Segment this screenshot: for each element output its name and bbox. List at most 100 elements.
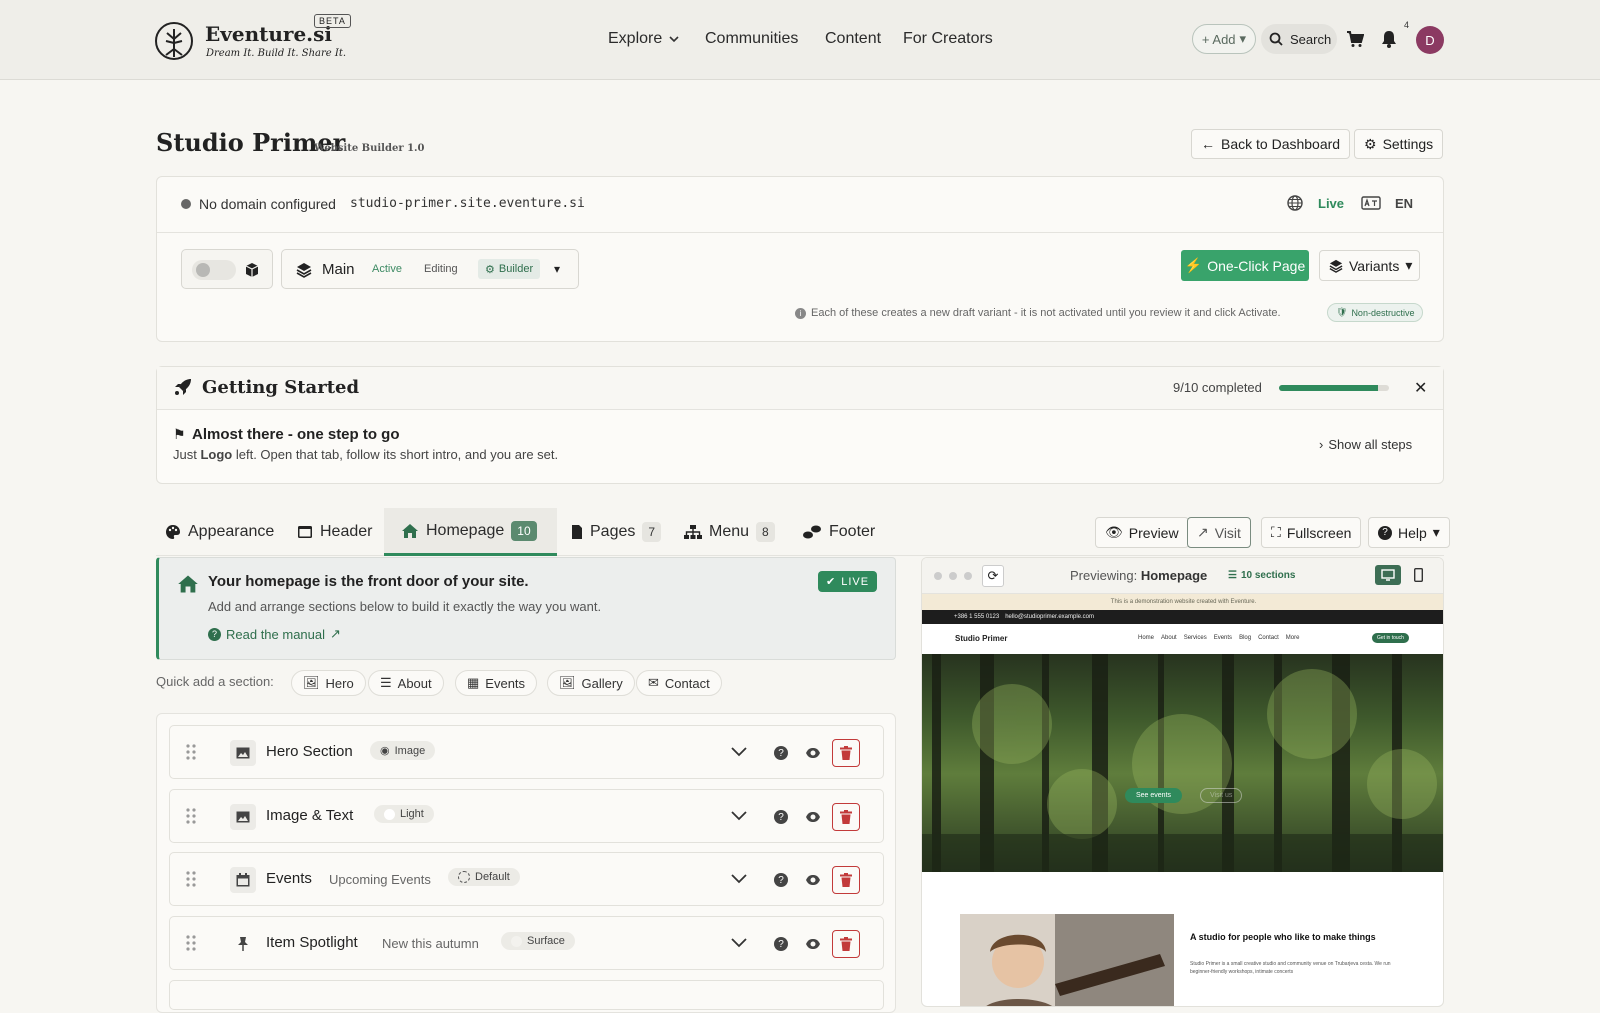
variant-selector[interactable]: Main Active Editing ⚙ Builder ▾ xyxy=(281,249,579,289)
variant-active-badge: Active xyxy=(372,263,402,275)
delete-icon[interactable] xyxy=(832,739,860,767)
drag-handle-icon[interactable] xyxy=(186,871,196,887)
flag-icon: ⚑ xyxy=(173,426,186,442)
help-icon[interactable]: ? xyxy=(768,931,794,957)
chevron-down-icon[interactable] xyxy=(730,933,748,951)
drag-handle-icon[interactable] xyxy=(186,808,196,824)
caret-down-icon: ▾ xyxy=(1239,31,1247,46)
nav-for-creators[interactable]: For Creators xyxy=(903,30,993,48)
brand-logo-icon[interactable] xyxy=(154,21,194,61)
divider xyxy=(157,232,1443,233)
external-link-icon: ↗ xyxy=(330,626,341,641)
live-status[interactable]: Live xyxy=(1318,196,1344,211)
getting-started-title: Getting Started xyxy=(202,377,360,398)
info-body: Add and arrange sections below to build … xyxy=(208,599,602,614)
language-code[interactable]: EN xyxy=(1395,196,1413,211)
variant-name: Main xyxy=(322,261,355,278)
eye-icon[interactable] xyxy=(800,804,826,830)
tab-appearance[interactable]: Appearance xyxy=(165,508,274,556)
section-row[interactable]: Hero Section ◉ Image ? xyxy=(169,725,884,779)
section-row[interactable]: Image & Text Light ? xyxy=(169,789,884,843)
progress-bar xyxy=(1279,385,1389,391)
chevron-down-icon[interactable] xyxy=(730,806,748,824)
add-button[interactable]: + Add ▾ xyxy=(1192,24,1256,54)
mobile-view-icon[interactable] xyxy=(1408,565,1428,585)
fullscreen-button[interactable]: ⛶ Fullscreen xyxy=(1261,517,1362,548)
cube-icon[interactable] xyxy=(244,262,260,278)
help-icon[interactable]: ? xyxy=(768,804,794,830)
chevron-down-icon[interactable] xyxy=(730,742,748,760)
refresh-icon[interactable]: ⟳ xyxy=(982,565,1004,587)
eye-icon[interactable] xyxy=(800,931,826,957)
eye-icon: 👁 xyxy=(1105,524,1123,540)
drag-handle-icon[interactable] xyxy=(186,744,196,760)
builder-badge: ⚙ Builder xyxy=(478,259,541,279)
builder-icon: ⚙ xyxy=(485,263,495,276)
read-manual-link[interactable]: ? Read the manual ↗ xyxy=(208,626,341,642)
nav-communities[interactable]: Communities xyxy=(705,30,798,48)
section-chip: Surface xyxy=(501,932,575,950)
section-chip: Default xyxy=(448,868,520,886)
caret-down-icon: ▾ xyxy=(1405,257,1413,273)
progress-fill xyxy=(1279,385,1378,391)
delete-icon[interactable] xyxy=(832,866,860,894)
quick-add-hero[interactable]: 🖼 Hero xyxy=(291,670,366,696)
visit-button[interactable]: ↗ Visit xyxy=(1187,517,1251,548)
site-url[interactable]: studio-primer.site.eventure.si xyxy=(350,196,585,211)
brand-name[interactable]: Eventure.si xyxy=(205,22,332,46)
image-icon: 🖼 xyxy=(303,675,320,690)
layers-icon xyxy=(296,262,312,278)
search-button[interactable]: Search xyxy=(1261,24,1337,54)
nav-explore[interactable]: Explore xyxy=(608,30,680,48)
tab-header[interactable]: Header xyxy=(297,508,372,556)
caret-down-icon[interactable]: ▾ xyxy=(554,262,560,276)
quick-add-gallery[interactable]: 🖼 Gallery xyxy=(547,670,635,696)
close-icon[interactable]: ✕ xyxy=(1414,378,1427,398)
delete-icon[interactable] xyxy=(832,803,860,831)
previewing-label: Previewing: Homepage xyxy=(1070,568,1208,583)
preview-button[interactable]: 👁 Preview xyxy=(1095,517,1189,548)
question-circle-icon: ? xyxy=(208,627,221,641)
delete-icon[interactable] xyxy=(832,930,860,958)
back-to-dashboard-button[interactable]: ← Back to Dashboard xyxy=(1191,129,1351,159)
one-click-page-button[interactable]: ⚡ One-Click Page xyxy=(1181,250,1309,281)
desktop-view-icon[interactable] xyxy=(1375,565,1401,585)
help-button[interactable]: ? Help ▾ xyxy=(1368,517,1450,548)
quick-add-contact[interactable]: ✉ Contact xyxy=(636,670,722,696)
info-title: Your homepage is the front door of your … xyxy=(208,573,529,590)
drag-handle-icon[interactable] xyxy=(186,935,196,951)
notification-bell-icon[interactable] xyxy=(1381,30,1397,48)
quick-add-label: Quick add a section: xyxy=(156,674,274,689)
beta-badge: BETA xyxy=(314,14,351,28)
mode-toggle[interactable] xyxy=(192,260,236,280)
preview-about-image xyxy=(960,914,1174,1006)
section-row[interactable] xyxy=(169,980,884,1010)
eye-icon[interactable] xyxy=(800,867,826,893)
layers-icon: ☰ xyxy=(1228,570,1237,581)
circle-icon xyxy=(384,808,395,820)
section-row[interactable]: Events Upcoming Events Default ? xyxy=(169,852,884,906)
cart-icon[interactable] xyxy=(1346,30,1364,48)
help-icon[interactable]: ? xyxy=(768,740,794,766)
quick-add-about[interactable]: ☰ About xyxy=(368,670,444,696)
nav-content[interactable]: Content xyxy=(825,30,881,48)
info-icon: i xyxy=(795,307,806,319)
show-all-steps-link[interactable]: › Show all steps xyxy=(1319,437,1412,452)
getting-started-headline: Almost there - one step to go xyxy=(192,426,400,443)
avatar[interactable]: D xyxy=(1416,26,1444,54)
variants-button[interactable]: Variants ▾ xyxy=(1319,250,1420,281)
tab-menu[interactable]: Menu 8 xyxy=(684,508,775,556)
tab-footer[interactable]: Footer xyxy=(802,508,875,556)
quick-add-events[interactable]: ▦ Events xyxy=(455,670,538,696)
tab-homepage[interactable]: Homepage 10 xyxy=(384,508,557,556)
tab-pages[interactable]: Pages 7 xyxy=(571,508,662,556)
section-row[interactable]: Item Spotlight New this autumn Surface ? xyxy=(169,916,884,970)
envelope-icon: ✉ xyxy=(648,675,659,690)
settings-button[interactable]: ⚙ Settings xyxy=(1354,129,1444,159)
getting-started-body: Just Logo left. Open that tab, follow it… xyxy=(173,447,559,462)
non-destructive-badge: 🛡 Non-destructive xyxy=(1327,303,1424,322)
preview-site-menu: Home About Services Events Blog Contact More xyxy=(1138,635,1300,641)
eye-icon[interactable] xyxy=(800,740,826,766)
chevron-down-icon[interactable] xyxy=(730,869,748,887)
help-icon[interactable]: ? xyxy=(768,867,794,893)
